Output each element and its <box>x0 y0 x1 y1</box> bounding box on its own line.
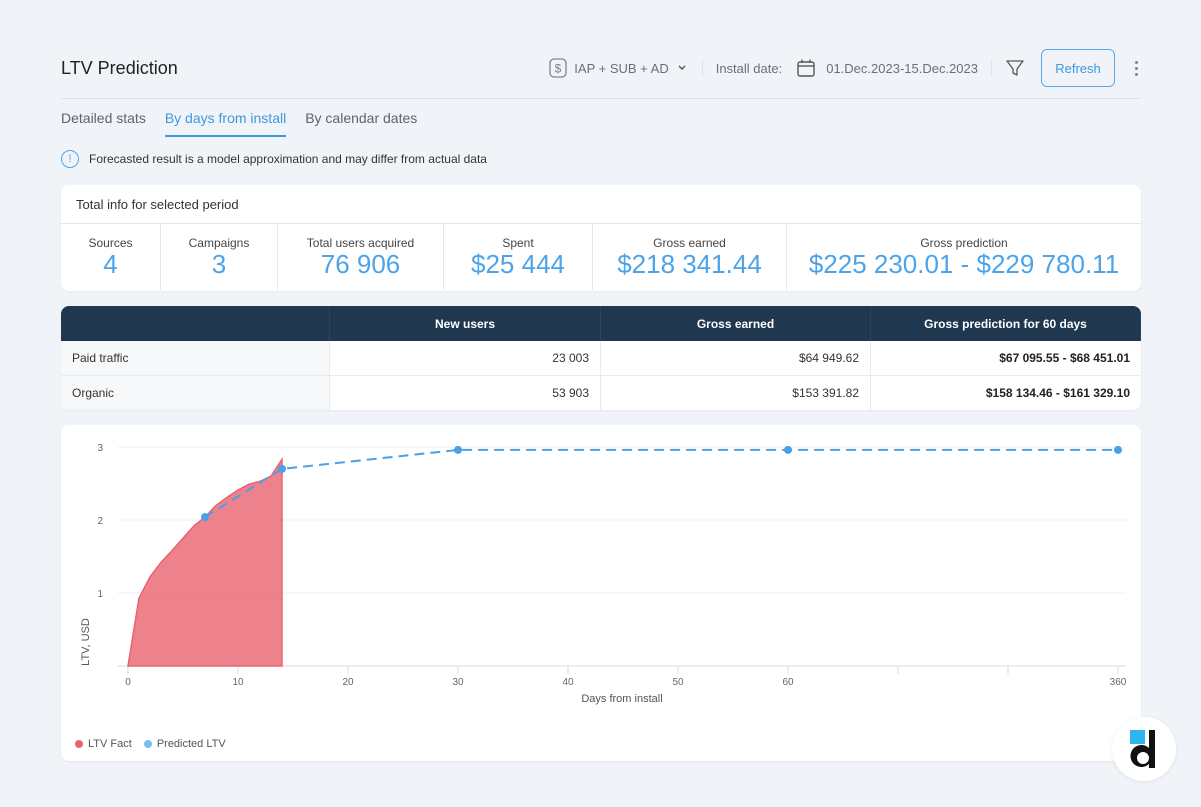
table-row: Paid traffic 23 003 $64 949.62 $67 095.5… <box>61 341 1141 376</box>
install-date-label: Install date: <box>715 60 783 76</box>
predicted-ltv-point <box>278 464 286 473</box>
kpi-sources: Sources 4 <box>61 224 161 290</box>
legend-marker <box>75 740 83 748</box>
filter-icon <box>1006 60 1024 76</box>
kpi-label: Campaigns <box>188 236 250 250</box>
x-tick-label: 360 <box>1110 677 1127 688</box>
page-header: LTV Prediction $ IAP + SUB + AD Install … <box>61 48 1141 88</box>
kpi-campaigns: Campaigns 3 <box>161 224 278 290</box>
predicted-ltv-point <box>454 445 462 454</box>
legend-label: Predicted LTV <box>156 738 226 750</box>
kpi-gross-prediction: Gross prediction $225 230.01 - $229 780.… <box>787 224 1141 290</box>
x-tick-label: 30 <box>452 677 464 688</box>
cell-gross-prediction: $67 095.55 - $68 451.01 <box>999 351 1130 365</box>
kpi-gross-earned: Gross earned $218 341.44 <box>593 224 787 290</box>
dollar-icon: $ <box>549 58 567 78</box>
kpi-label: Gross earned <box>653 236 726 250</box>
y-axis-title: LTV, USD <box>80 618 92 666</box>
x-axis-title: Days from install <box>581 693 662 705</box>
cell-gross-prediction: $158 134.46 - $161 329.10 <box>985 386 1130 400</box>
row-label: Paid traffic <box>61 341 330 375</box>
more-icon-dot <box>1134 66 1138 70</box>
column-header[interactable]: Gross prediction for 60 days <box>871 306 1141 341</box>
install-date-picker[interactable]: 01.Dec.2023-15.Dec.2023 <box>796 58 978 78</box>
cell-gross-earned: $64 949.62 <box>601 341 871 375</box>
legend-item-predicted-ltv[interactable]: Predicted LTV <box>143 738 226 750</box>
summary-title: Total info for selected period <box>61 185 1141 224</box>
column-header <box>61 306 330 341</box>
tab-by-calendar-dates[interactable]: By calendar dates <box>305 104 417 137</box>
kpi-value: 4 <box>103 249 118 279</box>
y-tick-label: 3 <box>97 443 103 454</box>
legend-label: LTV Fact <box>88 738 132 750</box>
x-tick-label: 40 <box>562 677 574 688</box>
x-tick-label: 20 <box>342 677 354 688</box>
kpi-label: Spent <box>502 236 534 250</box>
summary-card: Total info for selected period Sources 4… <box>61 185 1141 291</box>
x-tick-label: 50 <box>672 677 684 688</box>
chart-legend: LTV Fact Predicted LTV <box>75 738 226 750</box>
y-tick-label: 2 <box>97 516 103 527</box>
traffic-table: New users Gross earned Gross prediction … <box>61 306 1141 410</box>
forecast-notice: ! Forecasted result is a model approxima… <box>61 150 487 168</box>
row-label: Organic <box>61 376 330 410</box>
chevron-down-icon <box>678 65 686 70</box>
divider <box>701 59 703 77</box>
kpi-label: Sources <box>88 236 133 250</box>
header-divider <box>61 98 1141 99</box>
info-icon: ! <box>61 150 79 168</box>
kpi-label: Gross prediction <box>920 236 1008 250</box>
kpi-value: $225 230.01 - $229 780.11 <box>808 249 1120 279</box>
column-header[interactable]: Gross earned <box>601 306 871 341</box>
devtodev-logo-icon <box>1130 730 1155 768</box>
cell-gross-earned: $153 391.82 <box>601 376 871 410</box>
predicted-ltv-line <box>204 448 1118 518</box>
filter-button[interactable] <box>1005 58 1025 78</box>
tab-by-days-from-install[interactable]: By days from install <box>164 104 287 137</box>
column-header[interactable]: New users <box>330 306 601 341</box>
more-icon-dot <box>1134 60 1138 64</box>
ltv-chart: 1230 10 20 30 40 50 60 360Days from installLTV,… <box>80 443 1127 705</box>
predicted-ltv-point <box>1114 445 1122 454</box>
legend-marker <box>143 740 152 748</box>
refresh-button[interactable]: Refresh <box>1041 49 1115 87</box>
kpi-value: $25 444 <box>471 249 565 279</box>
y-tick-label: 1 <box>97 589 103 600</box>
kpi-spent: Spent $25 444 <box>444 224 593 290</box>
calendar-icon <box>797 59 815 77</box>
x-tick-label: 60 <box>782 677 794 688</box>
revenue-type-value: IAP + SUB + AD <box>574 60 669 76</box>
divider <box>991 59 992 77</box>
cell-new-users: 23 003 <box>330 341 601 375</box>
kpi-value: $218 341.44 <box>617 249 762 279</box>
kpi-label: Total users acquired <box>306 236 415 250</box>
page-title: LTV Prediction <box>61 57 178 78</box>
svg-text:$: $ <box>555 62 562 76</box>
x-tick-label: 10 <box>232 677 244 688</box>
legend-item-ltv-fact[interactable]: LTV Fact <box>75 738 132 750</box>
tab-detailed-stats[interactable]: Detailed stats <box>61 104 146 137</box>
more-options-button[interactable] <box>1131 60 1141 76</box>
ltv-chart-card: 1 2 3 0 10 20 30 40 50 60 360 Days from install LTV,… <box>61 425 1141 761</box>
tab-bar: Detailed stats By days from install By c… <box>61 104 417 137</box>
x-tick-label: 0 <box>125 677 131 688</box>
kpi-total-users: Total users acquired 76 906 <box>278 224 444 290</box>
kpi-value: 3 <box>211 249 227 279</box>
install-date-value: 01.Dec.2023-15.Dec.2023 <box>826 60 978 76</box>
brand-logo <box>1112 717 1176 781</box>
notice-text: Forecasted result is a model approximati… <box>89 152 487 166</box>
ltv-fact-area <box>127 456 283 667</box>
table-header: New users Gross earned Gross prediction … <box>61 306 1141 341</box>
kpi-value: 76 906 <box>320 249 401 279</box>
table-row: Organic 53 903 $153 391.82 $158 134.46 -… <box>61 376 1141 410</box>
cell-new-users: 53 903 <box>330 376 601 410</box>
revenue-type-select[interactable]: $ IAP + SUB + AD <box>548 57 688 79</box>
predicted-ltv-point <box>784 445 792 454</box>
more-icon-dot <box>1134 72 1138 76</box>
predicted-ltv-point <box>201 513 209 522</box>
